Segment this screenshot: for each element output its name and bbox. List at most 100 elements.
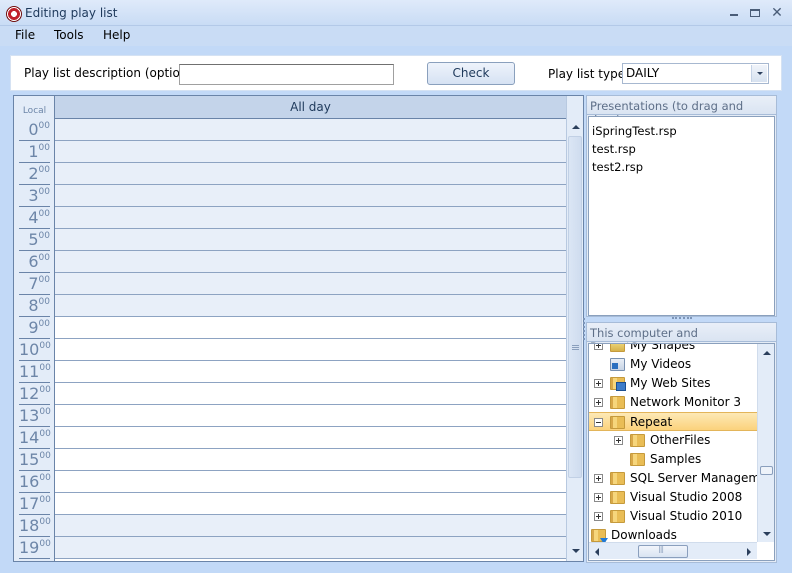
scrollbar-thumb[interactable] [638,544,688,558]
time-slot-cell[interactable] [55,449,566,471]
tree-node[interactable]: OtherFiles [589,431,759,450]
description-input[interactable] [179,64,394,85]
hour-label: 1400 [19,427,51,449]
time-slot-cell[interactable] [55,339,566,361]
hour-minutes: 00 [38,165,50,175]
time-slot-cell[interactable] [55,207,566,229]
expand-icon[interactable] [614,436,623,445]
time-slot-cell[interactable] [55,163,566,185]
time-slot-cell[interactable] [55,405,566,427]
presentation-item[interactable]: iSpringTest.rsp [589,122,774,140]
tree-node[interactable]: My Shapes [589,343,759,355]
check-button[interactable]: Check [427,62,515,85]
menu-tools[interactable]: Tools [54,28,84,42]
hour-number: 0 [28,120,39,139]
expand-icon[interactable] [594,344,603,350]
playlist-type-select[interactable]: DAILY [622,63,769,84]
time-slot-cell[interactable] [55,251,566,273]
hour-number: 16 [19,472,40,491]
expand-icon[interactable] [594,493,603,502]
expand-icon[interactable] [594,512,603,521]
hour-row: 800 [14,295,566,317]
tree-node[interactable]: SQL Server Managem... [589,469,772,488]
scroll-down-icon[interactable] [572,549,580,553]
tree-node[interactable]: Repeat [589,412,759,431]
tree-vertical-scrollbar[interactable] [757,344,774,542]
expand-icon[interactable] [594,474,603,483]
hour-row: 1100 [14,361,566,383]
scrollbar-thumb[interactable] [568,136,582,478]
hour-label: 900 [19,317,50,339]
time-slot-cell[interactable] [55,361,566,383]
time-slot-cell[interactable] [55,383,566,405]
hour-minutes: 00 [38,253,50,263]
hour-minutes: 00 [39,407,51,417]
hour-row: 500 [14,229,566,251]
tree-horizontal-scrollbar[interactable] [589,542,757,559]
tree-node[interactable]: Visual Studio 2010 [589,507,759,526]
folder-icon [610,416,625,429]
tree-node[interactable]: My Videos [589,355,759,374]
app-logo-icon [6,6,22,22]
videos-folder-icon [610,358,625,371]
all-day-column-header: All day [55,96,566,119]
hour-minutes: 00 [39,473,51,483]
expand-icon[interactable] [594,379,603,388]
folder-icon [630,453,645,466]
time-slot-cell[interactable] [55,119,566,141]
hour-number: 10 [19,340,40,359]
scroll-right-icon[interactable] [747,548,751,556]
hour-row: 1000 [14,339,566,361]
minimize-button[interactable] [724,5,744,21]
time-slot-cell[interactable] [55,427,566,449]
maximize-button[interactable] [745,5,765,21]
hour-row: 1600 [14,471,566,493]
close-button[interactable]: ✕ [767,5,787,21]
hour-label: 1500 [19,449,51,471]
hour-label: 800 [19,295,50,317]
folder-icon [610,396,625,409]
presentations-title: Presentations (to drag and drop) [587,96,776,127]
scrollbar-thumb[interactable] [760,466,773,475]
schedule-scrollbar[interactable] [566,96,583,561]
hour-row: 700 [14,273,566,295]
hour-minutes: 00 [39,429,51,439]
time-slot-cell[interactable] [55,317,566,339]
grip-icon [572,345,579,350]
scroll-up-icon[interactable] [763,351,771,355]
collapse-icon[interactable] [594,418,603,427]
chevron-down-icon[interactable] [751,65,767,82]
time-slot-cell[interactable] [55,229,566,251]
panel-splitter-handle[interactable] [672,317,692,321]
time-slot-cell[interactable] [55,141,566,163]
maximize-icon [750,9,760,17]
scrollbar-corner [757,542,774,559]
time-slot-cell[interactable] [55,185,566,207]
tree-node-label: My Shapes [630,343,696,352]
presentation-item[interactable]: test.rsp [589,140,774,158]
tree-node[interactable]: My Web Sites [589,374,759,393]
menu-help[interactable]: Help [103,28,130,42]
time-slot-cell[interactable] [55,471,566,493]
hour-label: 300 [19,185,50,207]
presentation-item[interactable]: test2.rsp [589,158,774,176]
time-slot-cell[interactable] [55,295,566,317]
hour-minutes: 00 [38,209,50,219]
time-slot-cell[interactable] [55,273,566,295]
expand-icon[interactable] [594,398,603,407]
file-tree-panel: This computer and RepeatServer My Shapes… [586,322,777,563]
hour-number: 9 [28,318,39,337]
hour-minutes: 00 [38,143,50,153]
time-slot-cell[interactable] [55,515,566,537]
tree-node[interactable]: Samples [589,450,759,469]
hour-row: 1500 [14,449,566,471]
scroll-up-icon[interactable] [572,125,580,129]
scroll-left-icon[interactable] [595,548,599,556]
tree-node[interactable]: Visual Studio 2008 [589,488,759,507]
scroll-down-icon[interactable] [763,532,771,536]
tree-node[interactable]: Network Monitor 3 [589,393,759,412]
time-slot-cell[interactable] [55,493,566,515]
time-slot-cell[interactable] [55,537,566,559]
hour-row: 1300 [14,405,566,427]
menu-file[interactable]: File [15,28,35,42]
